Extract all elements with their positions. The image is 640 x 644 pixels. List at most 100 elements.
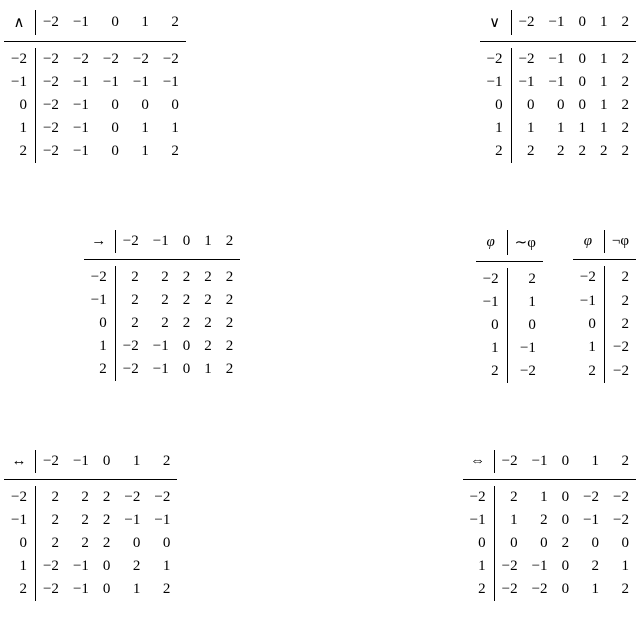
col-header: 1 [576,450,606,473]
table-row: 000200 [463,532,636,555]
cell: −2 [507,360,543,383]
table-row: 2−2−2012 [463,578,636,601]
row-header: −1 [84,289,115,312]
cell: 0 [96,140,126,163]
table-row: −1222−1−1 [4,509,177,532]
cell: 1 [576,578,606,601]
table-equiv-cell: ⇔ −2−1012 −2210−2−2 −1120−1−2 000200 1−2… [320,450,636,634]
cell: −2 [606,486,636,509]
cell: −1 [66,117,96,140]
cell: 0 [156,94,186,117]
cell: 2 [219,289,241,312]
cell: 2 [35,509,65,532]
cell: 2 [494,486,524,509]
cell: 2 [615,48,637,71]
row-header: −2 [463,486,494,509]
cell: 0 [96,578,118,601]
cell: −2 [35,94,65,117]
col-header: 0 [96,450,118,473]
cell: 0 [117,532,147,555]
cell: 2 [542,140,572,163]
col-header: 1 [117,450,147,473]
cell: 2 [555,532,577,555]
operator-symbol: → [84,230,115,253]
cell: −2 [35,117,65,140]
table-row: −2−2−1012 [480,48,636,71]
cell: 0 [176,358,198,381]
cell: −1 [576,509,606,532]
table-row: 022200 [4,532,177,555]
cell: 0 [507,314,543,337]
table-row: −1−2−1−1−1−1 [4,71,186,94]
table-row: φ ∼φ [476,230,543,255]
col-header: 0 [176,230,198,253]
cell: 2 [115,266,145,289]
cell: 0 [525,532,555,555]
cell: 2 [606,578,636,601]
row-header: −2 [480,48,511,71]
cell: −1 [66,578,96,601]
cell: −2 [511,48,541,71]
col-header: −1 [542,10,572,35]
col-header: −2 [35,10,65,35]
cell: 2 [615,117,637,140]
cell: −2 [35,555,65,578]
cell: 1 [197,358,219,381]
cell: 2 [66,532,96,555]
cell: 1 [147,555,177,578]
cell: 2 [197,335,219,358]
table-bicon: ↔ −2−1012 −2222−2−2 −1222−1−1 022200 1−2… [4,450,177,601]
table-row: 0−2−1000 [4,94,186,117]
cell: −1 [507,337,543,360]
cell: 1 [126,117,156,140]
row-header: −1 [480,71,511,94]
col-header: 2 [615,10,637,35]
table-row: 1−1 [476,337,543,360]
row-header: 2 [573,360,604,383]
row-header: −2 [476,268,507,291]
cell: −2 [156,48,186,71]
cell: 2 [197,266,219,289]
row-header: 0 [476,314,507,337]
cell: −1 [542,48,572,71]
cell: 2 [147,578,177,601]
table-row: 2−2 [573,360,636,383]
table-row: −2222−2−2 [4,486,177,509]
cell: −1 [66,555,96,578]
cell: 0 [555,509,577,532]
cell: −1 [147,509,177,532]
row-header: 0 [4,94,35,117]
col-header: −1 [66,10,96,35]
table-row: −1−1−1012 [480,71,636,94]
cell: −2 [147,486,177,509]
cell: 2 [593,140,615,163]
row-header: 0 [463,532,494,555]
table-row: φ ¬φ [573,230,636,253]
cell: −1 [525,555,555,578]
cell: 2 [115,312,145,335]
cell: −1 [66,94,96,117]
col-header: 2 [147,450,177,473]
cell: 2 [572,140,594,163]
cell: 2 [96,509,118,532]
col-header: 1 [593,10,615,35]
row-header: 0 [84,312,115,335]
cell: −1 [156,71,186,94]
col-header: 1 [197,230,219,253]
col-header: 0 [96,10,126,35]
cell: 0 [176,335,198,358]
col-header: −2 [115,230,145,253]
cell: 0 [96,117,126,140]
cell: 1 [126,140,156,163]
col-header: −2 [35,450,65,473]
cell: 2 [197,312,219,335]
table-and-cell: ∧ −2 −1 0 1 2 −2−2−2−2−2−2 −1−2−1−1−1−1 … [4,10,320,196]
cell: 2 [35,532,65,555]
col-header: 2 [156,10,186,35]
operator-symbol: ∧ [4,10,35,35]
cell: 2 [511,140,541,163]
cell: −2 [604,336,636,359]
cell: 1 [606,555,636,578]
table-row: 111112 [480,117,636,140]
cell: −2 [35,48,65,71]
